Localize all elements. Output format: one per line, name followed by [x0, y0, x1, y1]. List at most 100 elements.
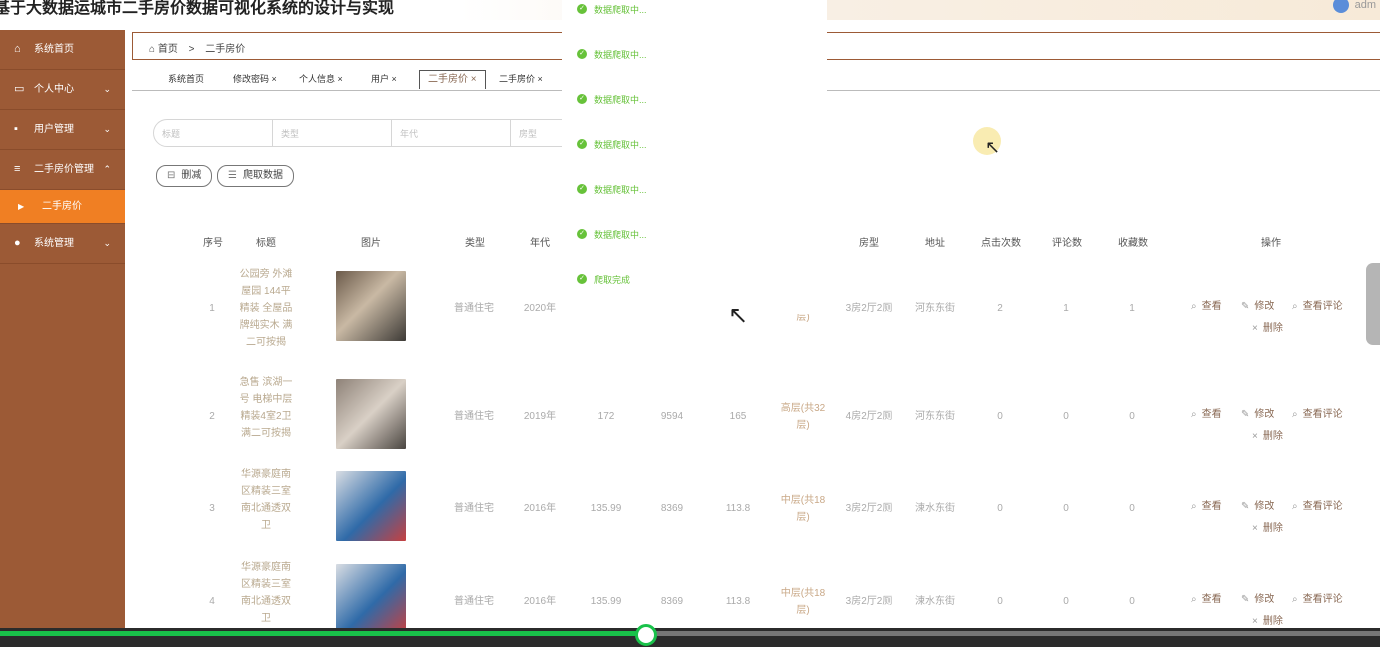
sidebar-item-user-management[interactable]: ▪ 用户管理 ⌄	[0, 110, 125, 150]
progress-track[interactable]	[0, 624, 1380, 646]
chevron-down-icon: ⌄	[103, 238, 111, 248]
row-comments: 1	[1063, 303, 1069, 314]
search-icon: ⌕	[1191, 501, 1197, 512]
tab-home[interactable]: 系统首页	[168, 70, 204, 88]
tab-house-price-active[interactable]: 二手房价 ×	[419, 70, 486, 89]
row-comments: 0	[1063, 411, 1069, 422]
progress-knob[interactable]	[634, 624, 657, 646]
sidebar-item-label: 二手房价管理	[34, 164, 94, 175]
success-icon: ✓	[577, 139, 587, 149]
house-photo	[336, 379, 406, 449]
success-icon: ✓	[577, 4, 587, 14]
crawl-button-label: 爬取数据	[242, 170, 283, 181]
toast-message: 数据爬取中...	[594, 230, 647, 240]
type-search-input[interactable]: 类型	[272, 119, 392, 147]
view-action[interactable]: ⌕ 查看	[1191, 497, 1222, 512]
delete-action[interactable]: × 删除	[1252, 612, 1283, 627]
row-type: 普通住宅	[454, 503, 494, 514]
side-scroll-handle[interactable]	[1366, 263, 1380, 345]
title-search-input[interactable]: 标题	[153, 119, 273, 147]
toast-message: 数据爬取中...	[594, 140, 647, 150]
sidebar-item-house-price-management[interactable]: ≡ 二手房价管理 ⌃	[0, 150, 125, 190]
header-index: 序号	[203, 238, 223, 249]
view-action[interactable]: ⌕ 查看	[1191, 590, 1222, 605]
tab-change-password[interactable]: 修改密码 ×	[233, 70, 277, 88]
view-comments-action[interactable]: ⌕ 查看评论	[1292, 497, 1343, 512]
toast-message: 数据爬取中...	[594, 95, 647, 105]
action-label: 查看评论	[1302, 501, 1343, 512]
edit-action[interactable]: ✎ 修改	[1241, 405, 1274, 420]
row-clicks: 0	[997, 596, 1003, 607]
app-title: 基于大数据运城市二手房价数据可视化系统的设计与实现	[0, 0, 395, 17]
action-label: 查看评论	[1302, 301, 1343, 312]
row-address: 涑水东街	[915, 596, 955, 607]
view-comments-action[interactable]: ⌕ 查看评论	[1292, 297, 1343, 312]
edit-action[interactable]: ✎ 修改	[1241, 590, 1274, 605]
delete-action[interactable]: × 删除	[1252, 319, 1283, 334]
delete-action[interactable]: × 删除	[1252, 427, 1283, 442]
header-layout: 房型	[859, 238, 879, 249]
house-photo	[336, 564, 406, 634]
delete-action[interactable]: × 删除	[1252, 519, 1283, 534]
tab-users[interactable]: 用户 ×	[371, 70, 397, 88]
action-label: 删除	[1262, 523, 1283, 534]
row-title: 华源豪庭南区精装三室 南北通透双卫	[241, 562, 291, 624]
row-floor: 中层(共18层)	[780, 495, 826, 523]
header-year: 年代	[530, 238, 550, 249]
action-label: 修改	[1254, 301, 1275, 312]
row-layout: 3房2厅2厕	[845, 303, 893, 314]
row-favorites: 0	[1129, 596, 1135, 607]
video-progress-bar[interactable]	[0, 624, 1380, 647]
edit-action[interactable]: ✎ 修改	[1241, 297, 1274, 312]
home-icon[interactable]: ⌂	[149, 44, 155, 55]
toast-notification: ✓ 数据爬取中...	[562, 134, 827, 179]
year-search-input[interactable]: 年代	[391, 119, 511, 147]
action-label: 查看	[1201, 409, 1222, 420]
sidebar-item-system-management[interactable]: ● 系统管理 ⌄	[0, 224, 125, 264]
header-title: 标题	[256, 238, 276, 249]
row-price: 9594	[660, 411, 684, 422]
view-comments-action[interactable]: ⌕ 查看评论	[1292, 590, 1343, 605]
profile-icon: ▭	[14, 83, 25, 95]
row-clicks: 0	[997, 503, 1003, 514]
view-action[interactable]: ⌕ 查看	[1191, 297, 1222, 312]
toast-message: 数据爬取中...	[594, 5, 647, 15]
edit-action[interactable]: ✎ 修改	[1241, 497, 1274, 512]
crawl-data-button[interactable]: ☰ 爬取数据	[217, 165, 294, 187]
user-management-icon: ▪	[14, 123, 18, 135]
sidebar-item-personal-center[interactable]: ▭ 个人中心 ⌄	[0, 70, 125, 110]
view-comments-action[interactable]: ⌕ 查看评论	[1292, 405, 1343, 420]
user-name: adm	[1354, 0, 1376, 11]
user-menu[interactable]: adm	[1332, 0, 1376, 13]
sidebar-item-home[interactable]: ⌂ 系统首页	[0, 30, 125, 70]
tab-personal-info[interactable]: 个人信息 ×	[299, 70, 343, 88]
view-action[interactable]: ⌕ 查看	[1191, 405, 1222, 420]
header-favorites: 收藏数	[1118, 238, 1148, 249]
toast-notification: ✓ 爬取完成	[562, 269, 827, 314]
sidebar-item-label: 二手房价	[42, 201, 82, 212]
sidebar-item-label: 用户管理	[34, 124, 74, 135]
toast-notification: ✓ 数据爬取中...	[562, 179, 827, 224]
progress-fill	[0, 631, 646, 636]
breadcrumb-home[interactable]: 首页	[158, 44, 178, 55]
success-icon: ✓	[577, 274, 587, 284]
delete-button[interactable]: ⊟ 删减	[156, 165, 213, 187]
row-year: 2016年	[523, 596, 557, 607]
header-comments: 评论数	[1052, 238, 1082, 249]
row-index: 1	[209, 303, 215, 314]
row-address: 河东东街	[915, 303, 955, 314]
tab-house-price[interactable]: 二手房价 ×	[499, 70, 543, 88]
caret-right-icon: ▶	[18, 202, 25, 211]
search-icon: ⌕	[1191, 594, 1197, 605]
row-comments: 0	[1063, 503, 1069, 514]
action-label: 查看	[1201, 301, 1222, 312]
sidebar-item-house-price[interactable]: ▶ 二手房价	[0, 190, 125, 224]
system-icon: ●	[14, 237, 21, 249]
toast-message: 数据爬取中...	[594, 185, 647, 195]
house-photo	[336, 271, 406, 341]
header-image: 图片	[361, 238, 381, 249]
action-label: 删除	[1262, 431, 1283, 442]
action-label: 删除	[1262, 616, 1283, 627]
sidebar-item-label: 个人中心	[34, 84, 74, 95]
row-year: 2019年	[523, 411, 557, 422]
